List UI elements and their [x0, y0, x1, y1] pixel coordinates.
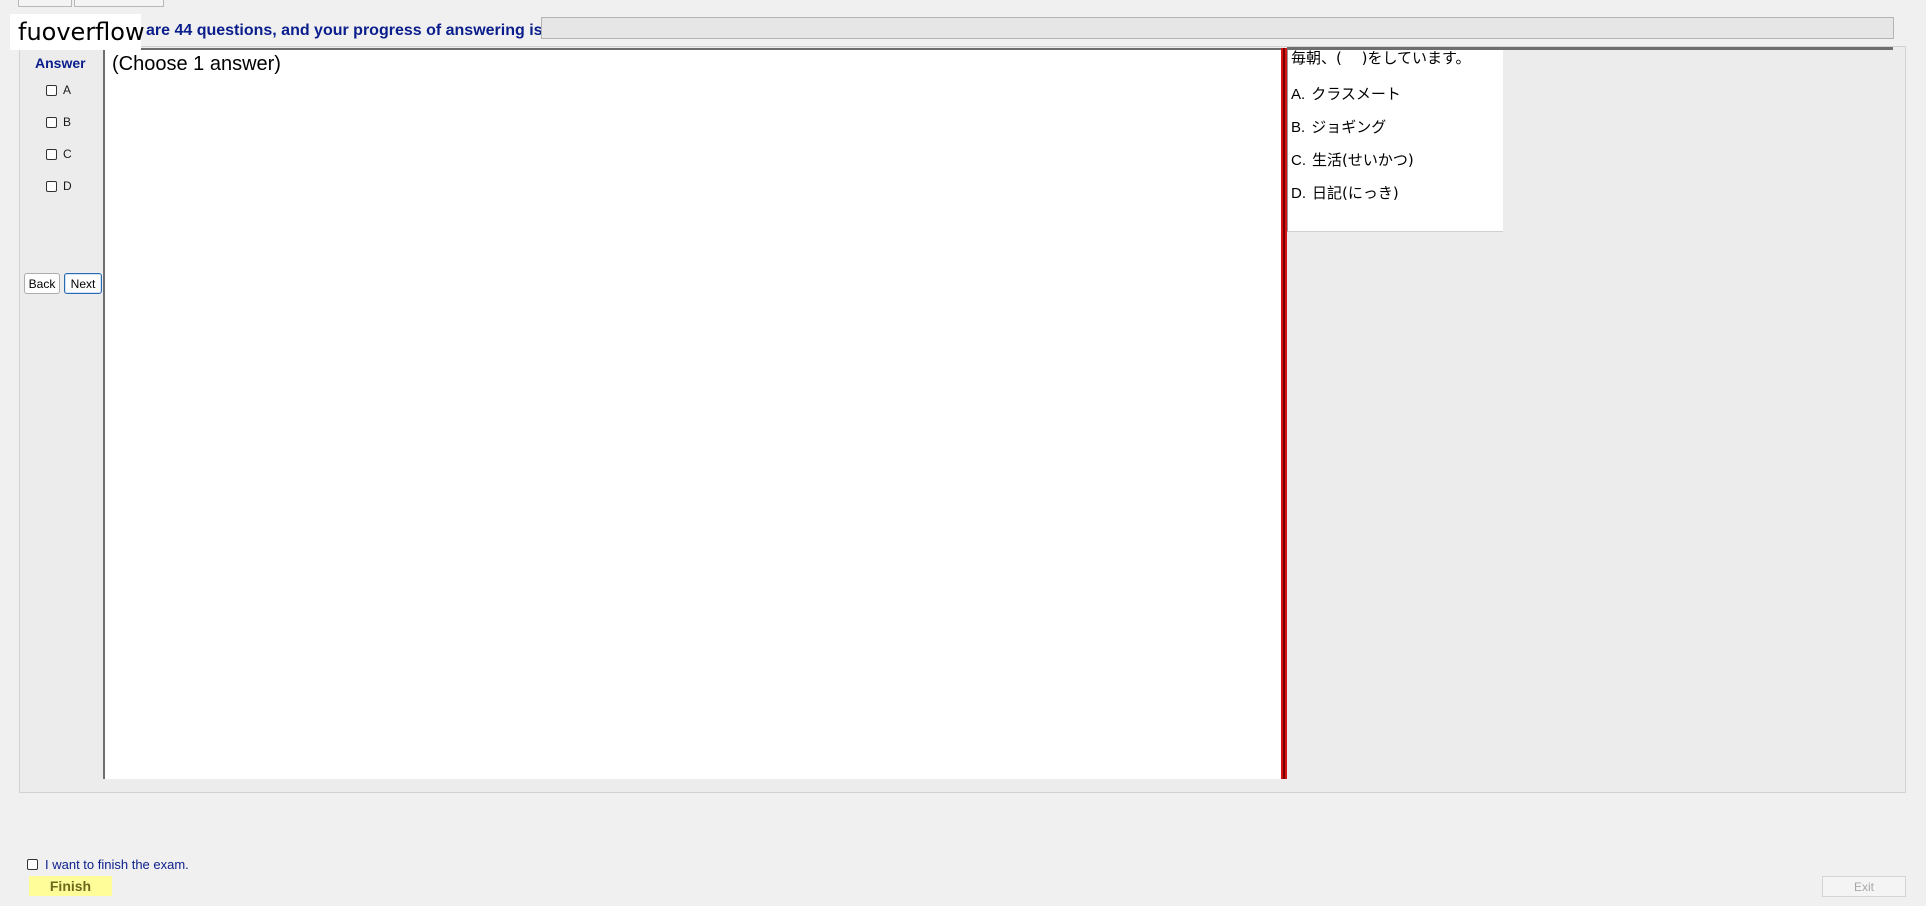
- answer-label: Answer: [35, 55, 86, 71]
- question-instruction: (Choose 1 answer): [112, 53, 281, 75]
- finish-exam-checkbox[interactable]: [27, 859, 38, 870]
- option-c-label: C: [63, 147, 72, 161]
- finish-button[interactable]: Finish: [29, 876, 112, 896]
- question-area: [103, 48, 1283, 779]
- tab-strip: [0, 0, 170, 7]
- back-button[interactable]: Back: [24, 273, 60, 294]
- choice-b-letter: B.: [1291, 119, 1306, 136]
- watermark: fuoverflow: [10, 14, 145, 50]
- option-a-label: A: [63, 83, 72, 97]
- choice-d-letter: D.: [1291, 185, 1306, 202]
- choice-a-text: クラスメート: [1311, 85, 1401, 103]
- option-d[interactable]: D: [46, 177, 72, 195]
- question-stem: 毎朝、( )をしています。: [1291, 49, 1471, 67]
- choice-a-letter: A.: [1291, 86, 1306, 103]
- option-b-checkbox[interactable]: [46, 116, 57, 128]
- next-button[interactable]: Next: [64, 273, 102, 294]
- choice-d: D. 日記(にっき): [1291, 182, 1399, 203]
- choice-c-letter: C.: [1291, 152, 1306, 169]
- tab-current[interactable]: [74, 0, 164, 7]
- option-c[interactable]: C: [46, 145, 72, 163]
- option-a-checkbox[interactable]: [46, 84, 57, 96]
- option-b[interactable]: B: [46, 113, 71, 131]
- option-d-checkbox[interactable]: [46, 180, 57, 192]
- finish-exam-checkbox-row[interactable]: I want to finish the exam.: [27, 857, 189, 872]
- choice-c-text: 生活(せいかつ): [1312, 151, 1414, 169]
- option-b-label: B: [63, 115, 72, 129]
- question-panel: [1287, 50, 1503, 232]
- progress-bar: [541, 17, 1894, 39]
- choice-c: C. 生活(せいかつ): [1291, 149, 1414, 170]
- choice-a: A. クラスメート: [1291, 83, 1401, 104]
- option-a[interactable]: A: [46, 81, 71, 99]
- finish-exam-label: I want to finish the exam.: [45, 857, 189, 872]
- exit-button[interactable]: Exit: [1822, 876, 1906, 897]
- tab-reading[interactable]: [18, 0, 72, 7]
- choice-d-text: 日記(にっき): [1312, 184, 1399, 202]
- choice-b: B. ジョギング: [1291, 116, 1386, 137]
- option-d-label: D: [63, 179, 72, 193]
- choice-b-text: ジョギング: [1311, 118, 1387, 136]
- progress-text: are 44 questions, and your progress of a…: [146, 22, 543, 39]
- option-c-checkbox[interactable]: [46, 148, 57, 160]
